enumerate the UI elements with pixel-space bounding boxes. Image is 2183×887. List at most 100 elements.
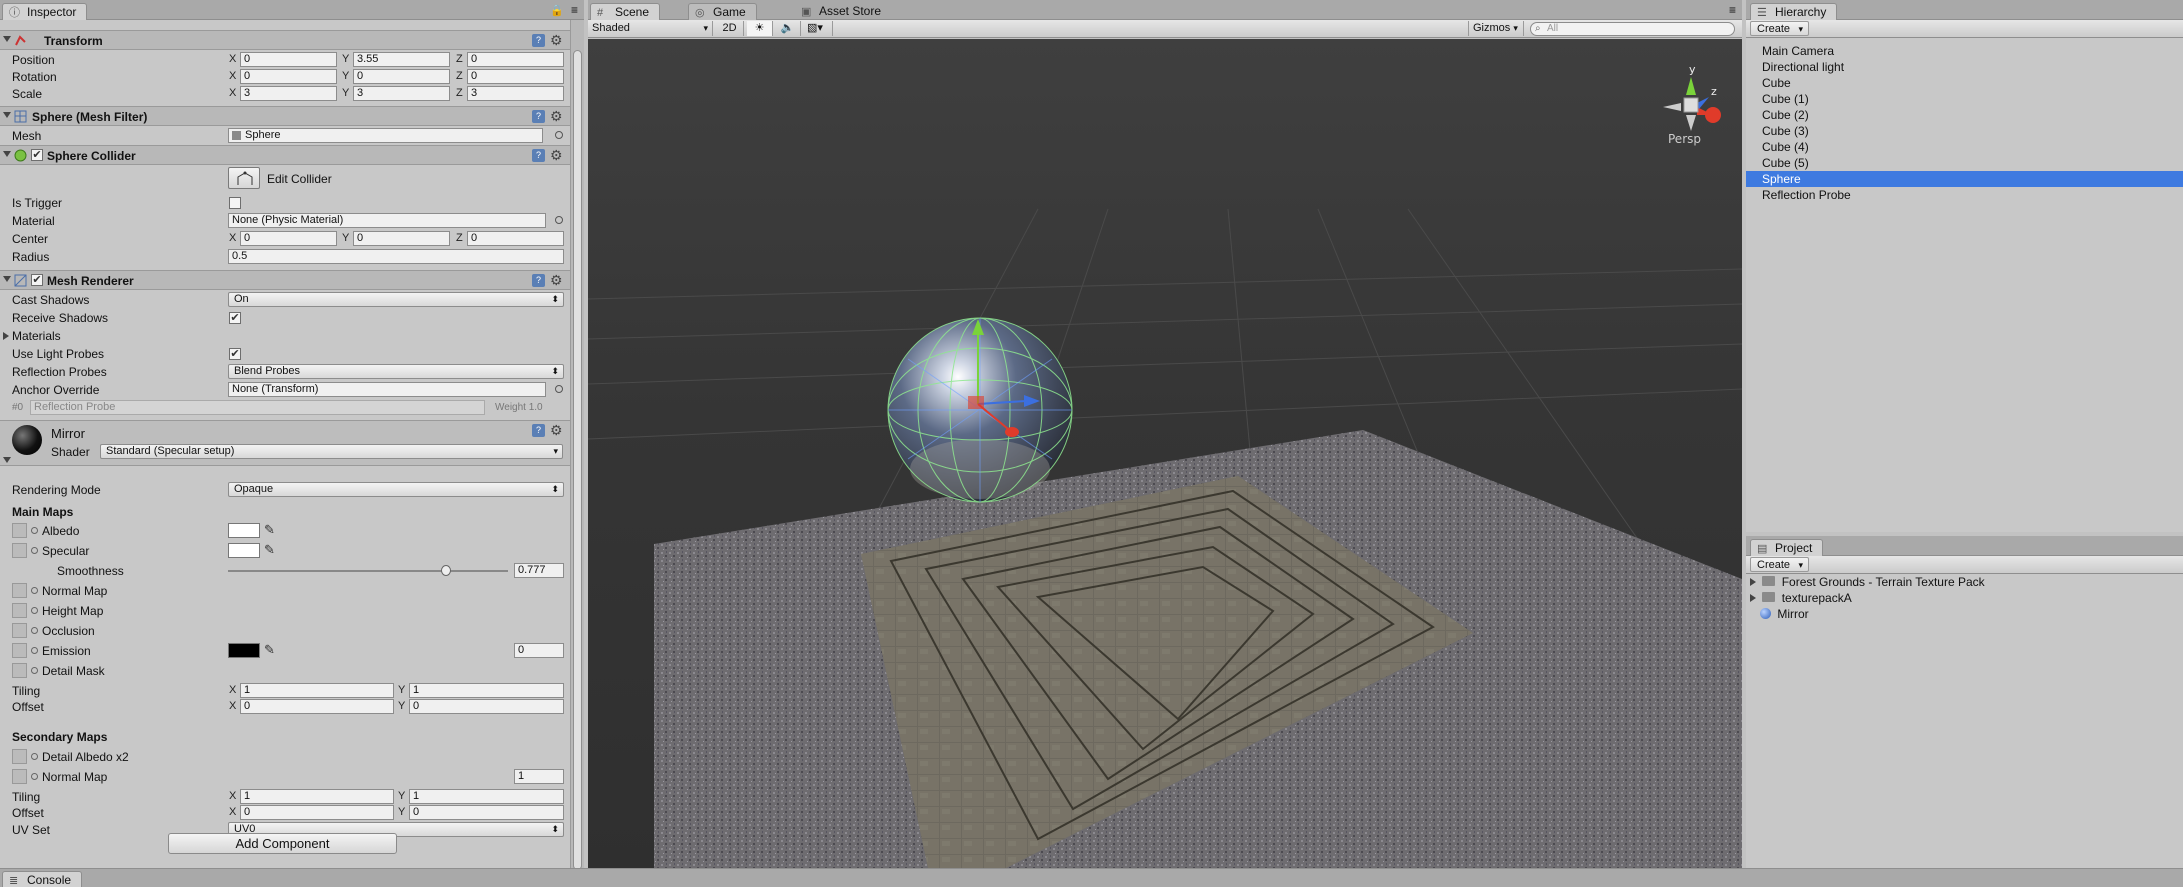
hierarchy-item[interactable]: Cube (4) — [1746, 139, 2183, 155]
position-z-field[interactable]: 0 — [467, 52, 564, 67]
receive-shadows-checkbox[interactable]: ✔ — [229, 312, 241, 324]
texture-picker-icon[interactable] — [31, 773, 38, 780]
texture-picker-icon[interactable] — [31, 667, 38, 674]
smoothness-field[interactable]: 0.777 — [514, 563, 564, 578]
height-map-texture-slot[interactable] — [12, 603, 27, 618]
tiling-y-field[interactable]: 1 — [409, 683, 564, 698]
eyedropper-icon[interactable]: ✎ — [264, 642, 275, 658]
emission-texture-slot[interactable] — [12, 643, 27, 658]
project-item-folder[interactable]: Forest Grounds - Terrain Texture Pack — [1750, 574, 1985, 590]
help-icon[interactable]: ? — [532, 110, 545, 123]
panel-menu-icon[interactable]: ≡ — [1729, 3, 1736, 17]
transform-header[interactable]: Transform ? ⚙ — [0, 30, 570, 50]
center-y-field[interactable]: 0 — [353, 231, 450, 246]
texture-picker-icon[interactable] — [31, 647, 38, 654]
rotation-x-field[interactable]: 0 — [240, 69, 337, 84]
mesh-field[interactable]: Sphere — [228, 128, 543, 143]
material-header[interactable]: Mirror Shader Standard (Specular setup) ▾… — [0, 420, 570, 466]
sphere-collider-enabled-checkbox[interactable]: ✔ — [31, 149, 43, 161]
persp-label[interactable]: Persp — [1668, 132, 1701, 146]
offset-x-field[interactable]: 0 — [240, 699, 394, 714]
panel-menu-icon[interactable]: ≡ — [571, 3, 578, 17]
is-trigger-checkbox[interactable] — [229, 197, 241, 209]
albedo-texture-slot[interactable] — [12, 523, 27, 538]
offset2-y-field[interactable]: 0 — [409, 805, 564, 820]
texture-picker-icon[interactable] — [31, 587, 38, 594]
hierarchy-item[interactable]: Cube (3) — [1746, 123, 2183, 139]
object-picker-icon[interactable] — [555, 131, 563, 139]
mesh-renderer-header[interactable]: ✔ Mesh Renderer ? ⚙ — [0, 270, 570, 290]
gear-icon[interactable]: ⚙ — [550, 108, 563, 125]
scene-render[interactable]: y z Persp — [588, 39, 1742, 868]
emission-color-swatch[interactable] — [228, 643, 260, 658]
object-picker-icon[interactable] — [555, 216, 563, 224]
sphere-collider-header[interactable]: ✔ Sphere Collider ? ⚙ — [0, 145, 570, 165]
tab-project[interactable]: ▤ Project — [1750, 539, 1824, 557]
texture-picker-icon[interactable] — [31, 527, 38, 534]
scene-viewport[interactable]: y z Persp — [588, 39, 1742, 868]
specular-color-swatch[interactable] — [228, 543, 260, 558]
help-icon[interactable]: ? — [532, 274, 545, 287]
specular-texture-slot[interactable] — [12, 543, 27, 558]
physic-material-field[interactable]: None (Physic Material) — [228, 213, 546, 228]
reflection-probes-dropdown[interactable]: Blend Probes ⬍ — [228, 364, 564, 379]
eyedropper-icon[interactable]: ✎ — [264, 542, 275, 558]
texture-picker-icon[interactable] — [31, 753, 38, 760]
detail-albedo-texture-slot[interactable] — [12, 749, 27, 764]
normal-map-texture-slot[interactable] — [12, 583, 27, 598]
shader-dropdown[interactable]: Standard (Specular setup) ▾ — [100, 444, 563, 459]
inspector-scrollbar[interactable] — [570, 20, 584, 868]
gizmos-dropdown[interactable]: Gizmos ▾ — [1468, 21, 1524, 36]
texture-picker-icon[interactable] — [31, 607, 38, 614]
rotation-z-field[interactable]: 0 — [467, 69, 564, 84]
gear-icon[interactable]: ⚙ — [550, 422, 563, 439]
smoothness-slider-track[interactable] — [228, 570, 508, 572]
shading-mode-dropdown[interactable]: Shaded ▾ — [588, 21, 713, 36]
tab-asset-store[interactable]: ▣ Asset Store — [795, 3, 891, 20]
foldout-arrow-icon[interactable] — [1750, 578, 1756, 586]
add-component-button[interactable]: Add Component — [168, 833, 397, 854]
foldout-arrow-icon[interactable] — [3, 151, 11, 157]
radius-field[interactable]: 0.5 — [228, 249, 564, 264]
offset2-x-field[interactable]: 0 — [240, 805, 394, 820]
cast-shadows-dropdown[interactable]: On ⬍ — [228, 292, 564, 307]
foldout-arrow-icon[interactable] — [3, 112, 11, 118]
albedo-color-swatch[interactable] — [228, 523, 260, 538]
materials-row[interactable]: Materials — [0, 328, 570, 345]
tab-game[interactable]: ◎ Game — [688, 3, 757, 20]
use-light-probes-checkbox[interactable]: ✔ — [229, 348, 241, 360]
detail-mask-texture-slot[interactable] — [12, 663, 27, 678]
hierarchy-item[interactable]: Reflection Probe — [1746, 187, 2183, 203]
effects-toggle-icon[interactable]: ▧▾ — [803, 21, 833, 36]
normal-map2-scale-field[interactable]: 1 — [514, 769, 564, 784]
position-y-field[interactable]: 3.55 — [353, 52, 450, 67]
foldout-arrow-icon[interactable] — [1750, 594, 1756, 602]
tab-hierarchy[interactable]: ☰ Hierarchy — [1750, 3, 1838, 21]
center-x-field[interactable]: 0 — [240, 231, 337, 246]
2d-toggle[interactable]: 2D — [716, 21, 744, 36]
hierarchy-item[interactable]: Cube (5) — [1746, 155, 2183, 171]
hierarchy-item[interactable]: Cube (1) — [1746, 91, 2183, 107]
project-create-dropdown[interactable]: Create ▾ — [1750, 557, 1810, 572]
tiling-x-field[interactable]: 1 — [240, 683, 394, 698]
hierarchy-item-selected[interactable]: Sphere — [1746, 171, 2183, 187]
detail-normal-map-texture-slot[interactable] — [12, 769, 27, 784]
gear-icon[interactable]: ⚙ — [550, 272, 563, 289]
project-item-material[interactable]: Mirror — [1760, 606, 1809, 622]
foldout-arrow-icon[interactable] — [3, 457, 11, 463]
hierarchy-item[interactable]: Directional light — [1746, 59, 2183, 75]
help-icon[interactable]: ? — [532, 424, 545, 437]
occlusion-texture-slot[interactable] — [12, 623, 27, 638]
hierarchy-item[interactable]: Main Camera — [1746, 43, 2183, 59]
hierarchy-create-dropdown[interactable]: Create ▾ — [1750, 21, 1810, 36]
scale-x-field[interactable]: 3 — [240, 86, 337, 101]
tab-scene[interactable]: # Scene — [590, 3, 661, 21]
scale-z-field[interactable]: 3 — [467, 86, 564, 101]
lighting-toggle-icon[interactable]: ☀ — [747, 21, 773, 36]
texture-picker-icon[interactable] — [31, 627, 38, 634]
emission-field[interactable]: 0 — [514, 643, 564, 658]
hierarchy-item[interactable]: Cube (2) — [1746, 107, 2183, 123]
foldout-arrow-icon[interactable] — [3, 36, 11, 42]
mesh-renderer-enabled-checkbox[interactable]: ✔ — [31, 274, 43, 286]
tab-inspector[interactable]: ⓘ Inspector — [2, 3, 88, 21]
